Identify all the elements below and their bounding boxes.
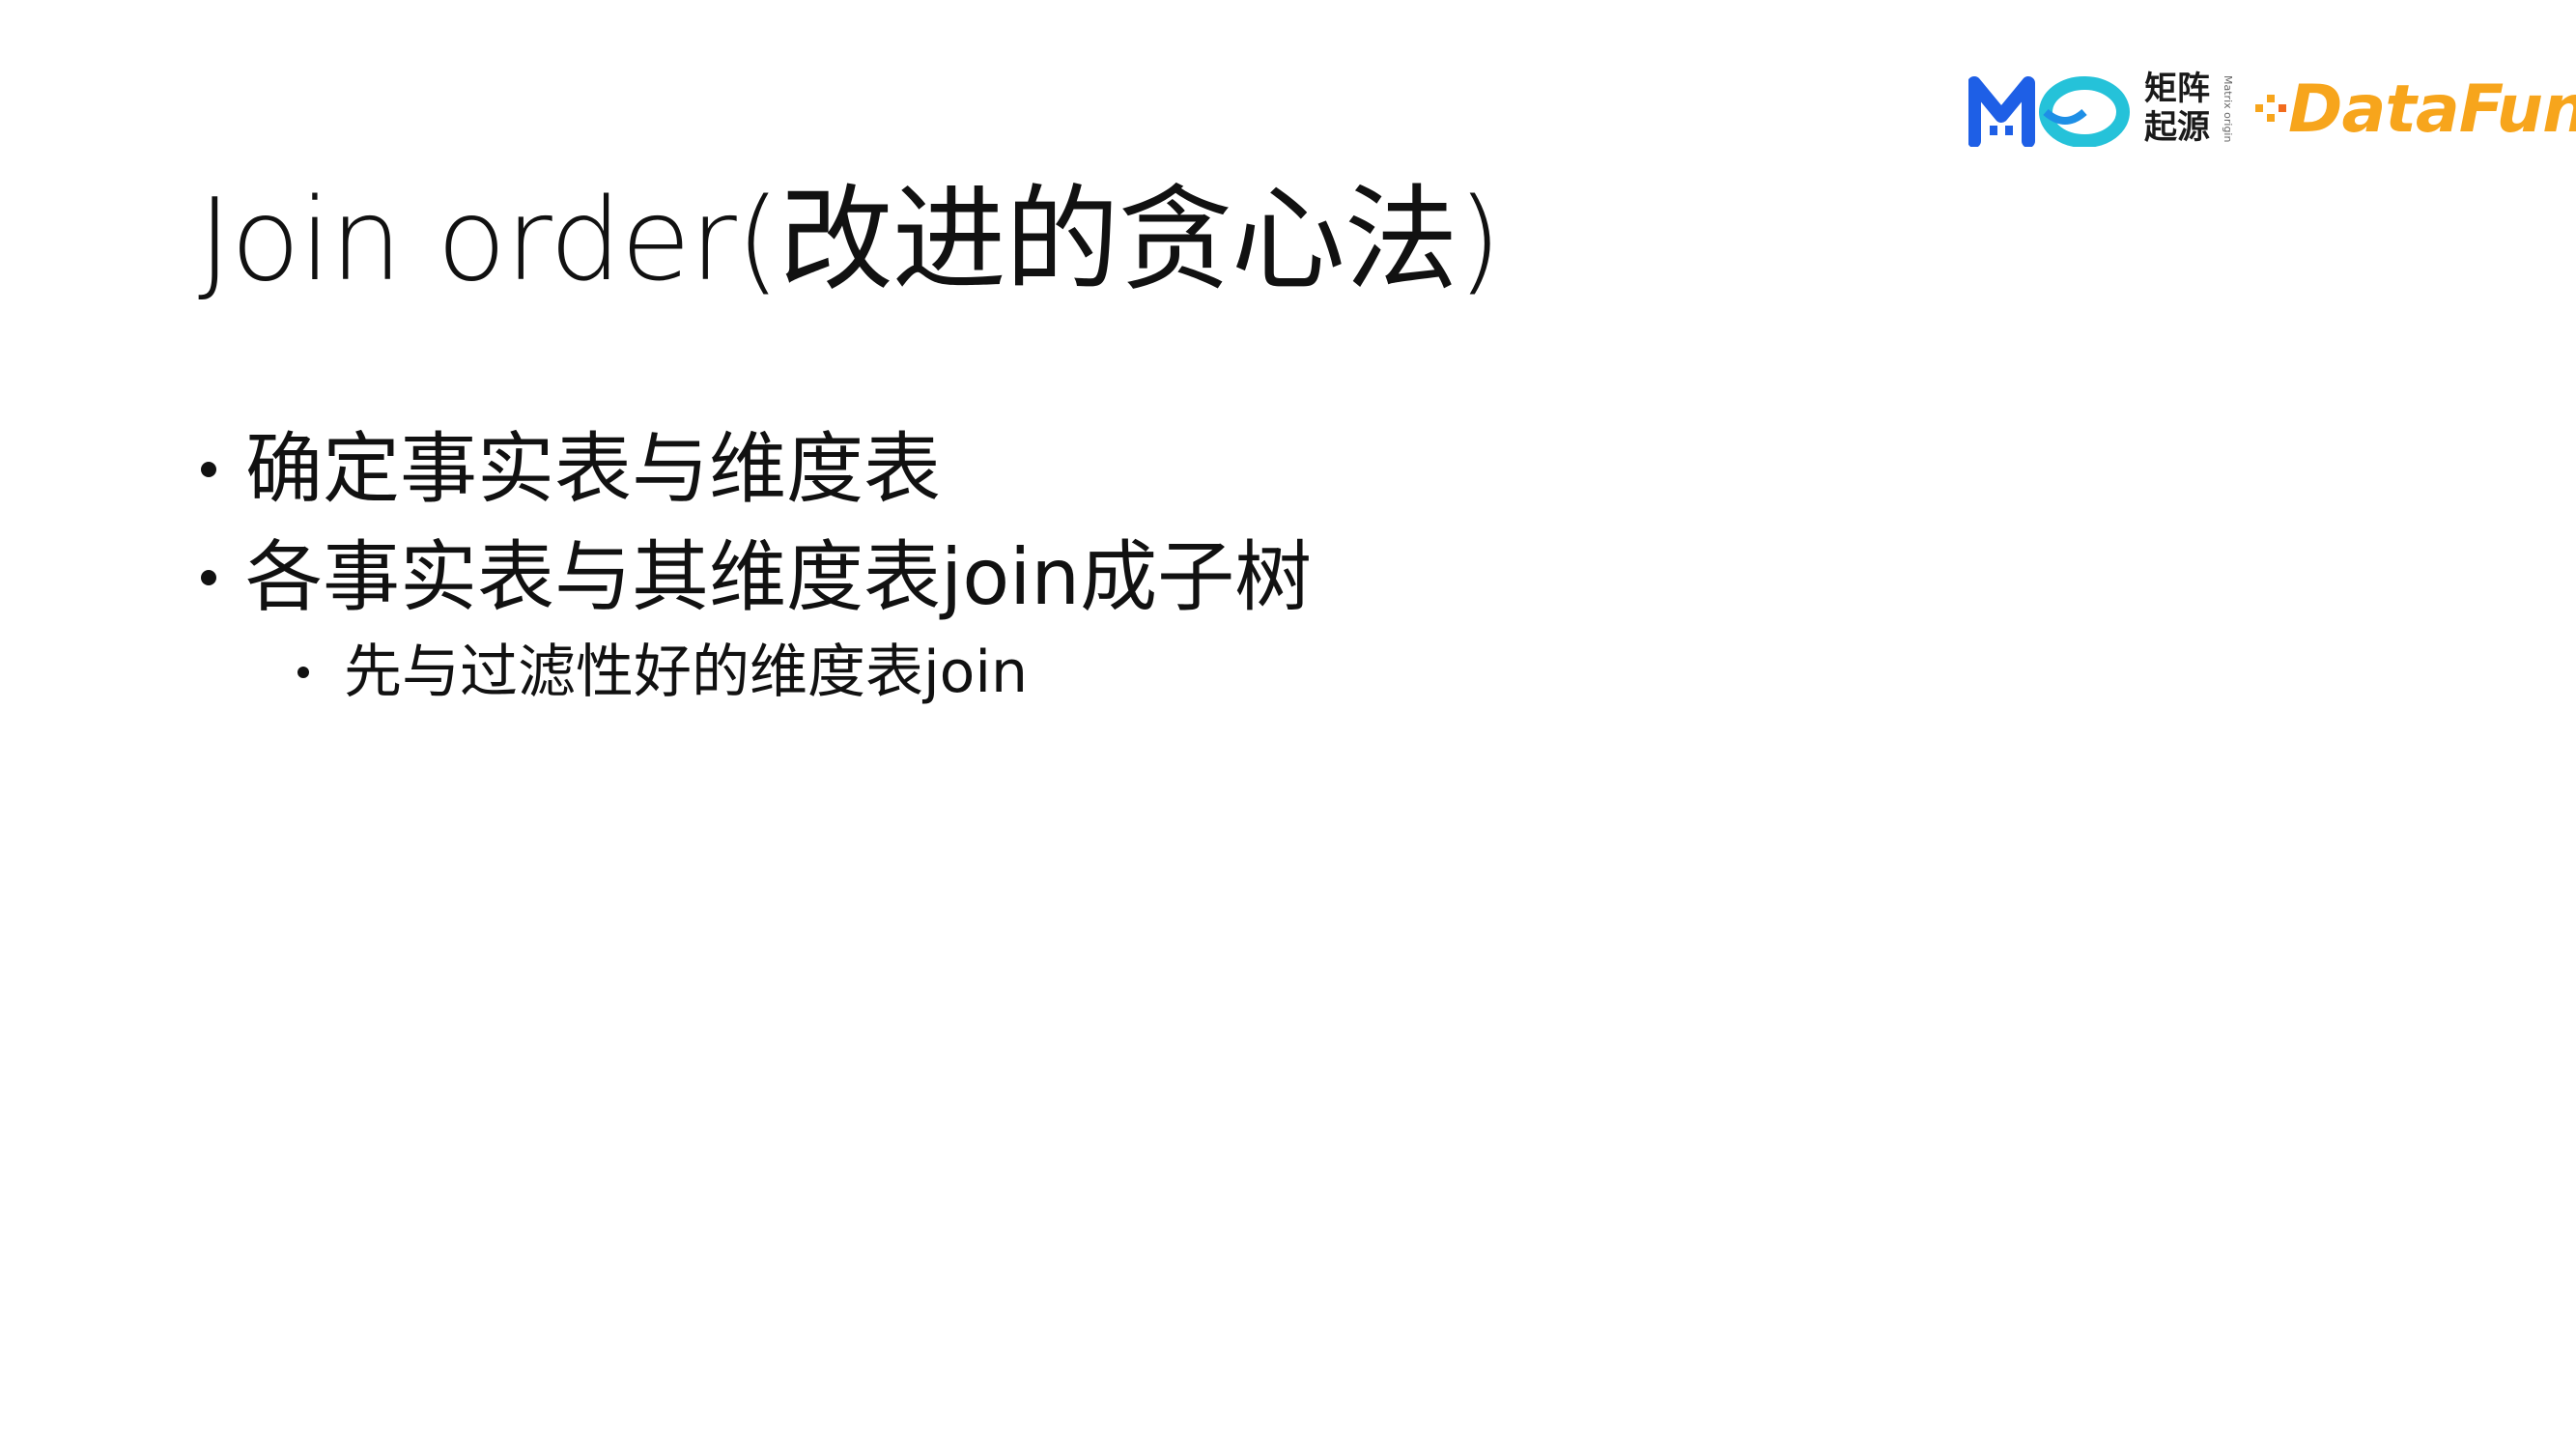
datafun-wordmark-text: DataFun. [2288,71,2576,148]
bullet-dot-icon [201,570,216,585]
bullet-text: 确定事实表与维度表 [245,424,941,514]
matrix-origin-logo: 矩阵 起源 Matrix origin [1968,70,2239,151]
bullet-text: 各事实表与其维度表join成子树 [245,532,1313,622]
slide: 矩阵 起源 Matrix origin DataFun. Join order(… [0,0,2576,1449]
sub-bullet-dot-icon [297,667,309,678]
matrix-origin-en-name: Matrix origin [2222,75,2234,143]
bullet-dot-icon [201,462,216,477]
sub-bullet-text: 先与过滤性好的维度表join [344,639,1029,706]
mo-cn-line1: 矩阵 [2144,70,2210,108]
bullet-list: 确定事实表与维度表 各事实表与其维度表join成子树 先与过滤性好的维度表joi… [193,415,1312,713]
datafun-logo: DataFun. [2255,71,2576,149]
datafun-dots-icon [2255,95,2286,122]
mo-cn-line2: 起源 [2144,108,2210,147]
datafun-wordmark: DataFun. [2288,71,2576,149]
matrix-origin-cn-name: 矩阵 起源 [2144,70,2210,147]
sub-bullet-item: 先与过滤性好的维度表join [193,632,1312,713]
bullet-item: 各事实表与其维度表join成子树 [193,524,1312,632]
mo-mark-icon [1968,76,2130,147]
slide-title: Join order(改进的贪心法) [198,173,1502,306]
bullet-item: 确定事实表与维度表 [193,415,1312,524]
